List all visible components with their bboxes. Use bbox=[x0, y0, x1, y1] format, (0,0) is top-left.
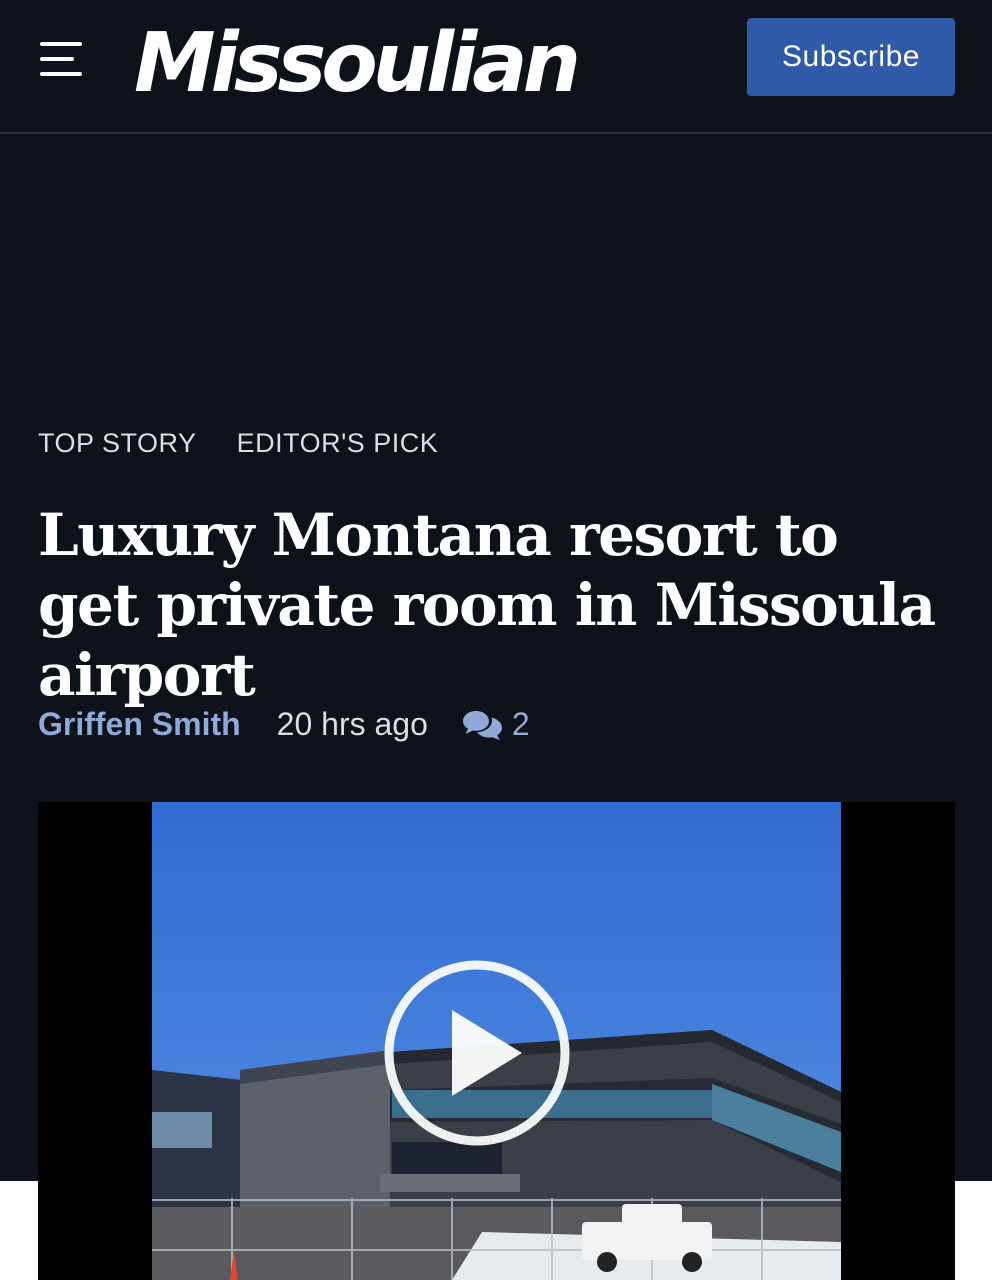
comment-count: 2 bbox=[511, 706, 530, 742]
article-byline: Griffen Smith 20 hrs ago 2 bbox=[38, 706, 530, 743]
play-icon[interactable] bbox=[382, 958, 572, 1148]
author-link[interactable]: Griffen Smith bbox=[38, 706, 241, 743]
site-header: Missoulian Subscribe bbox=[0, 0, 992, 134]
hamburger-menu-icon[interactable] bbox=[40, 42, 84, 78]
article-headline: Luxury Montana resort to get private roo… bbox=[38, 501, 936, 709]
subscribe-button[interactable]: Subscribe bbox=[747, 18, 955, 96]
article-tags: TOP STORY EDITOR'S PICK bbox=[38, 428, 470, 459]
tag-editors-pick[interactable]: EDITOR'S PICK bbox=[237, 428, 439, 458]
comments-icon bbox=[462, 710, 502, 740]
tag-top-story[interactable]: TOP STORY bbox=[38, 428, 197, 458]
comments-link[interactable]: 2 bbox=[462, 706, 530, 743]
site-logo[interactable]: Missoulian bbox=[134, 14, 581, 114]
video-player[interactable] bbox=[38, 802, 955, 1280]
published-time: 20 hrs ago bbox=[276, 706, 428, 742]
